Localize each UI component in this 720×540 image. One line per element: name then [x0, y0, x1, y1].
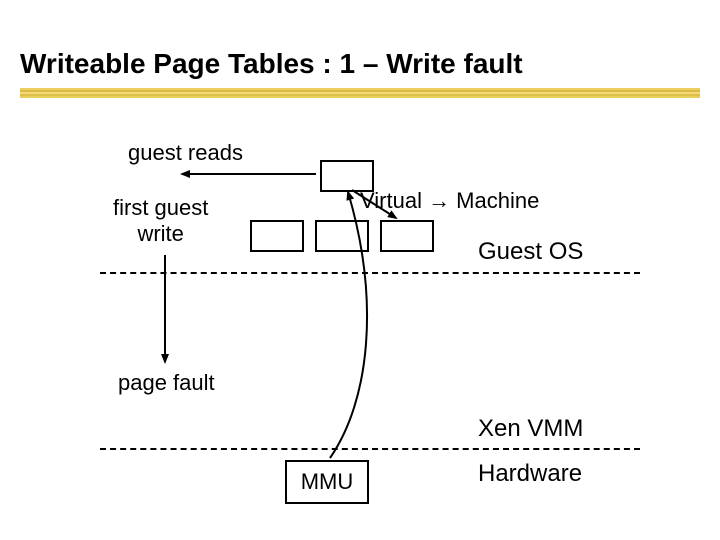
pagetable-child-box-2 [315, 220, 369, 252]
arrows-overlay [0, 0, 720, 540]
divider-xen-hardware [100, 448, 640, 450]
title-underline [20, 88, 700, 98]
mmu-box: MMU [285, 460, 369, 504]
divider-guestos [100, 272, 640, 274]
label-xen-vmm: Xen VMM [478, 415, 583, 443]
pagetable-child-box-3 [380, 220, 434, 252]
label-virtual-machine: Virtual → Machine [360, 188, 539, 214]
label-guest-reads: guest reads [128, 140, 243, 166]
pagetable-root-box [320, 160, 374, 192]
slide: Writeable Page Tables : 1 – Write fault … [0, 0, 720, 540]
label-hardware: Hardware [478, 460, 582, 488]
label-first-guest-write: first guest write [113, 195, 208, 247]
slide-title: Writeable Page Tables : 1 – Write fault [20, 48, 523, 80]
pagetable-child-box-1 [250, 220, 304, 252]
label-guest-os: Guest OS [478, 238, 583, 266]
label-page-fault: page fault [118, 370, 215, 396]
